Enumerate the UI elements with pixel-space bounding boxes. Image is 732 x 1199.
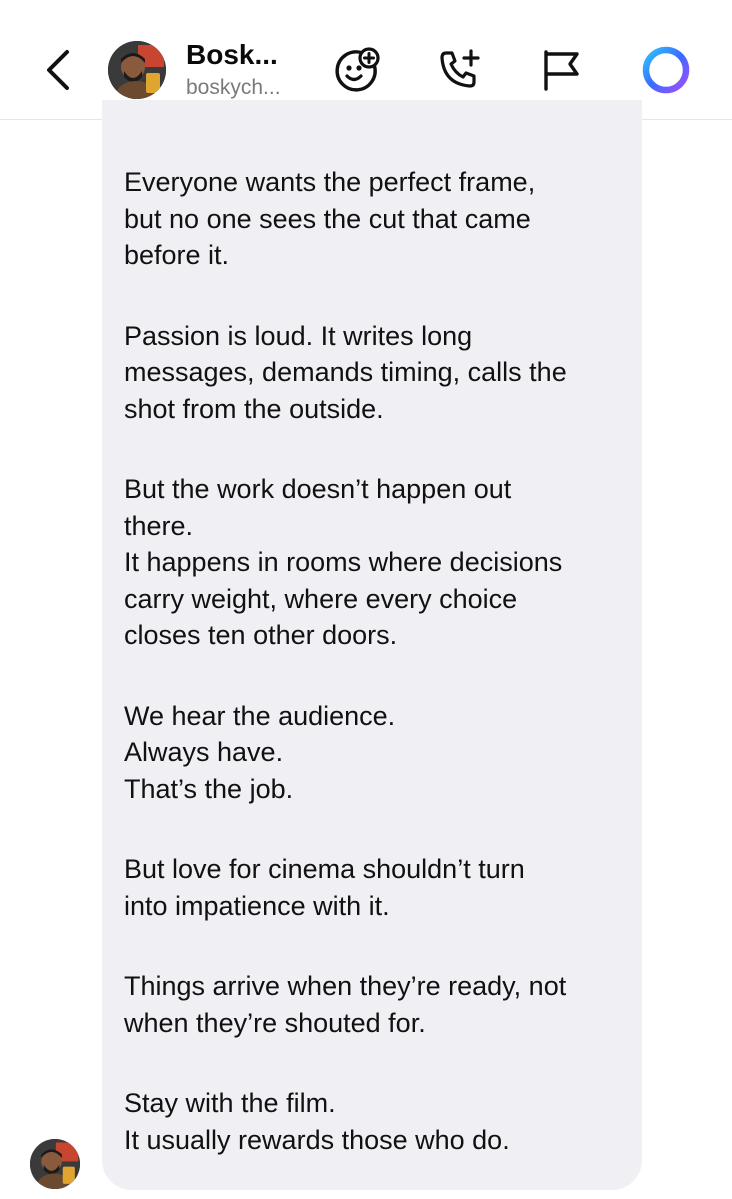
message-line: before it.	[124, 240, 230, 270]
sticker-add-button[interactable]	[333, 46, 381, 94]
message-paragraph: Stay with the film. It usually rewards t…	[124, 1085, 624, 1158]
message-line: Stay with the film.	[124, 1088, 336, 1118]
message-line: messages, demands timing, calls the	[124, 357, 567, 387]
message-line: but no one sees the cut that came	[124, 203, 531, 234]
call-add-icon	[440, 49, 480, 88]
message-line: shot from the outside.	[124, 393, 384, 424]
message-line: Always have.	[124, 737, 284, 767]
message-paragraph: We hear the audience. Always have. That’…	[124, 698, 624, 808]
meta-ai-button[interactable]	[640, 44, 692, 96]
message-line: It happens in rooms where decisions	[124, 547, 563, 577]
message-line: closes ten other doors.	[124, 620, 398, 650]
ai-ring-icon	[642, 46, 690, 94]
message-line: But the work doesn’t happen out	[124, 474, 512, 504]
message-line: That’s the job.	[124, 773, 294, 804]
message-line: Things arrive when they’re ready, not	[124, 971, 567, 1001]
call-add-button[interactable]	[436, 46, 484, 94]
message-line: when they’re shouted for.	[124, 1007, 426, 1038]
flag-icon	[544, 50, 579, 91]
message-line: Passion is loud. It writes long	[124, 320, 473, 351]
contact-display-name: Bosk...	[186, 39, 278, 70]
back-button[interactable]	[36, 44, 80, 96]
message-text[interactable]: Everyone wants the perfect frame, but no…	[124, 164, 624, 1158]
message-paragraph: Passion is loud. It writes long messages…	[124, 318, 624, 428]
contact-name-block[interactable]: Bosk... boskych...	[186, 38, 316, 102]
sticker-add-icon	[335, 47, 380, 92]
message-line: carry weight, where every choice	[124, 583, 518, 614]
message-line: into impatience with it.	[124, 890, 390, 921]
message-line: Everyone wants the perfect frame,	[124, 167, 536, 197]
avatar-photo	[30, 1139, 80, 1189]
avatar-photo	[108, 41, 166, 99]
message-paragraph: Everyone wants the perfect frame, but no…	[124, 164, 624, 274]
message-paragraph: Things arrive when they’re ready, not wh…	[124, 968, 624, 1041]
message-paragraph: But love for cinema shouldn’t turn into …	[124, 851, 624, 924]
message-line: there.	[124, 510, 194, 541]
contact-username: boskych...	[186, 76, 281, 99]
report-flag-button[interactable]	[537, 46, 585, 94]
avatar[interactable]	[108, 41, 166, 99]
message-line: We hear the audience.	[124, 700, 396, 731]
sender-avatar[interactable]	[30, 1139, 80, 1189]
message-line: It usually rewards those who do.	[124, 1124, 510, 1155]
message-paragraph: But the work doesn’t happen out there. I…	[124, 471, 624, 654]
message-line: But love for cinema shouldn’t turn	[124, 854, 525, 884]
back-chevron-icon	[47, 50, 69, 90]
